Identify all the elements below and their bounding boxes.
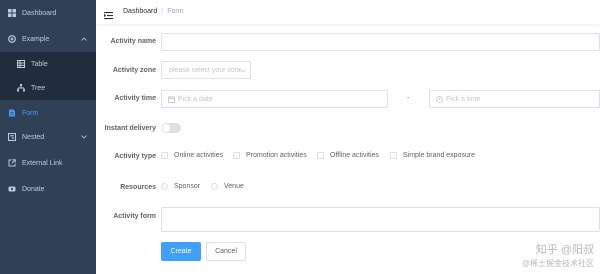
time-separator: - <box>407 95 410 102</box>
form-icon <box>8 109 16 117</box>
checkbox-label: Simple brand exposure <box>403 152 475 159</box>
chevron-down-icon <box>240 68 246 75</box>
cancel-button[interactable]: Cancel <box>206 242 246 261</box>
radio-circle <box>211 183 218 190</box>
checkbox-box <box>317 152 324 159</box>
sidebar-item-example[interactable]: Example <box>0 26 96 52</box>
navbar: Dashboard / Form <box>96 0 600 24</box>
sidebar-submenu-example: Table Tree <box>0 52 96 100</box>
radio-circle <box>161 183 168 190</box>
example-icon <box>8 35 16 43</box>
sidebar-item-tree[interactable]: Tree <box>0 76 96 100</box>
checkbox-box <box>233 152 240 159</box>
checkbox-box <box>390 152 397 159</box>
activity-type-label: Activity type <box>114 153 156 160</box>
sidebar-item-label: External Link <box>22 159 63 167</box>
checkbox-offline-activities[interactable]: Offline activities <box>317 152 379 159</box>
activity-zone-placeholder: please select your zone <box>169 66 241 74</box>
instant-delivery-switch[interactable] <box>161 123 181 133</box>
activity-name-input[interactable] <box>161 33 600 51</box>
activity-time-label: Activity time <box>114 95 156 102</box>
table-icon <box>17 60 25 68</box>
calendar-icon <box>167 95 175 103</box>
activity-time-placeholder: Pick a time <box>446 95 481 103</box>
checkbox-box <box>161 152 168 159</box>
sidebar-item-label: Tree <box>31 84 46 92</box>
radio-venue[interactable]: Venue <box>211 183 244 190</box>
checkbox-online-activities[interactable]: Online activities <box>161 152 223 159</box>
chevron-down-icon <box>80 133 88 141</box>
radio-sponsor[interactable]: Sponsor <box>161 183 200 190</box>
checkbox-label: Online activities <box>174 152 224 159</box>
breadcrumb-current: Form <box>167 8 184 15</box>
sidebar-item-label: Table <box>31 60 48 68</box>
watermark: 知乎 @阳叔 @稀土掘金技术社区 <box>522 244 594 270</box>
sidebar-item-form[interactable]: Form <box>0 100 96 126</box>
breadcrumb: Dashboard / Form <box>123 8 184 15</box>
watermark-line-2: @稀土掘金技术社区 <box>521 259 594 268</box>
activity-zone-label: Activity zone <box>112 67 156 74</box>
sidebar-item-label: Example <box>22 35 50 43</box>
dashboard-icon <box>8 9 16 17</box>
sidebar-item-external-link[interactable]: External Link <box>0 150 96 176</box>
activity-time-input[interactable]: Pick a time <box>429 90 600 108</box>
activity-zone-select[interactable]: please select your zone <box>161 61 251 79</box>
tree-icon <box>17 84 25 92</box>
nested-icon <box>8 133 16 141</box>
checkbox-promotion-activities[interactable]: Promotion activities <box>233 152 307 159</box>
breadcrumb-separator: / <box>161 8 164 15</box>
sidebar-item-donate[interactable]: Donate <box>0 176 96 202</box>
sidebar-item-label: Form <box>22 109 39 117</box>
radio-label: Venue <box>224 183 244 190</box>
radio-label: Sponsor <box>174 183 201 190</box>
breadcrumb-root[interactable]: Dashboard <box>123 8 157 15</box>
sidebar-item-nested[interactable]: Nested <box>0 124 96 150</box>
switch-knob <box>162 124 170 132</box>
activity-date-placeholder: Pick a date <box>178 95 213 103</box>
hamburger-icon[interactable] <box>104 7 113 20</box>
activity-form-textarea[interactable] <box>161 207 600 232</box>
sidebar-item-label: Nested <box>22 133 45 141</box>
checkbox-label: Promotion activities <box>246 152 307 159</box>
clock-icon <box>435 95 443 103</box>
checkbox-simple-brand-exposure[interactable]: Simple brand exposure <box>390 152 475 159</box>
resources-label: Resources <box>120 184 156 191</box>
activity-form-label: Activity form <box>113 213 156 220</box>
create-button[interactable]: Create <box>161 242 201 261</box>
activity-name-label: Activity name <box>110 38 156 45</box>
donate-icon <box>8 185 16 193</box>
sidebar: Dashboard Example Table Tree Form Nested… <box>0 0 96 274</box>
sidebar-item-label: Dashboard <box>22 9 57 17</box>
activity-date-input[interactable]: Pick a date <box>161 90 388 108</box>
sidebar-item-label: Donate <box>22 185 45 193</box>
sidebar-item-table[interactable]: Table <box>0 52 96 76</box>
watermark-line-1: 知乎 @阳叔 <box>535 244 594 256</box>
checkbox-label: Offline activities <box>330 152 379 159</box>
sidebar-item-dashboard[interactable]: Dashboard <box>0 0 96 26</box>
link-icon <box>8 159 16 167</box>
instant-delivery-label: Instant delivery <box>104 125 156 132</box>
